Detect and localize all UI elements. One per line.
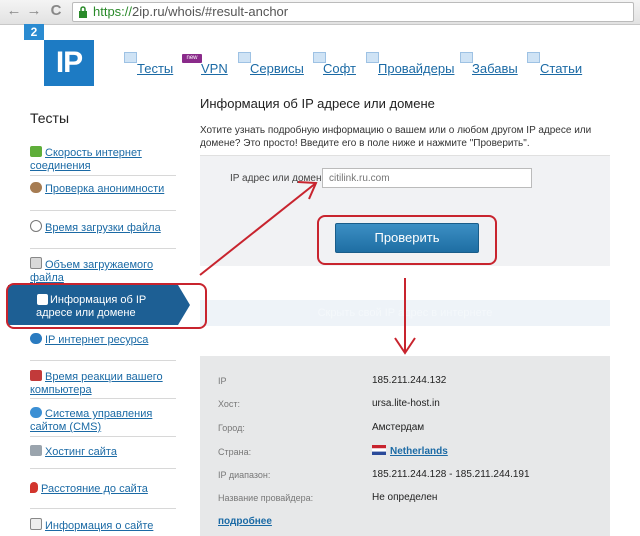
annotation-arrows [199,181,416,355]
